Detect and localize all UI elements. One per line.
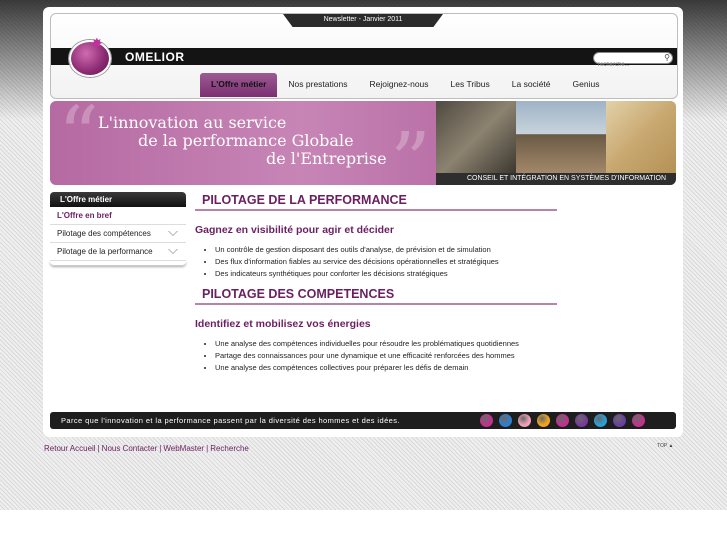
nav-item-les-tribus[interactable]: Les Tribus (440, 73, 501, 97)
fruit-icon (556, 414, 569, 427)
fruit-icon (499, 414, 512, 427)
castle-image (516, 101, 606, 174)
fruit-icon (480, 414, 493, 427)
link-recherche[interactable]: Recherche (210, 444, 249, 453)
section-title-competences: PILOTAGE DES COMPETENCES (195, 286, 557, 305)
fruit-icon (632, 414, 645, 427)
newsletter-link[interactable]: Newsletter - Janvier 2011 (283, 14, 443, 27)
sidebar-footer (50, 261, 186, 266)
list-item: Un contrôle de gestion disposant des out… (215, 244, 557, 256)
banner-photos: CONSEIL ET INTÉGRATION EN SYSTÈMES D'INF… (436, 101, 676, 185)
sidebar: L'Offre métier L'Offre en bref Pilotage … (50, 192, 186, 266)
statue-image (436, 101, 516, 174)
logo-fruit-icon (69, 40, 111, 77)
quote-open-icon: “ (58, 101, 99, 182)
search-input[interactable] (594, 60, 660, 70)
section-subtitle-competences: Identifiez et mobilisez vos énergies (195, 318, 371, 330)
site-header: Newsletter - Janvier 2011 ✸ OMELIOR ⚲ L'… (50, 13, 678, 99)
nav-item-nos-prestations[interactable]: Nos prestations (277, 73, 358, 97)
hero-banner: “ L'innovation au service de la performa… (50, 101, 676, 185)
sidebar-item-offre-en-bref[interactable]: L'Offre en bref (50, 207, 186, 225)
banner-line-2: de la performance Globale (138, 131, 354, 150)
sidebar-item-label: Pilotage de la performance (57, 247, 153, 256)
list-item: Une analyse des compétences individuelle… (215, 338, 557, 350)
logo-star-icon: ✸ (91, 35, 103, 51)
bullet-list-performance: Un contrôle de gestion disposant des out… (195, 244, 557, 280)
sidebar-item-pilotage-competences[interactable]: Pilotage des compétences (50, 225, 186, 243)
fruit-icon (518, 414, 531, 427)
section-title-performance: PILOTAGE DE LA PERFORMANCE (195, 192, 557, 211)
list-item: Partage des connaissances pour une dynam… (215, 350, 557, 362)
list-item: Une analyse des compétences collectives … (215, 362, 557, 374)
vitruvian-image (606, 101, 676, 174)
back-to-top-link[interactable]: TOP ▲ (657, 443, 673, 449)
sidebar-item-pilotage-performance[interactable]: Pilotage de la performance (50, 243, 186, 261)
main-content: PILOTAGE DE LA PERFORMANCE Gagnez en vis… (195, 192, 557, 374)
footer-fruit-icons (480, 414, 651, 427)
link-webmaster[interactable]: WebMaster (163, 444, 204, 453)
nav-item-rejoignez-nous[interactable]: Rejoignez-nous (358, 73, 439, 97)
chevron-down-icon[interactable] (168, 231, 178, 236)
sidebar-item-label: L'Offre en bref (57, 211, 112, 220)
search-box[interactable]: ⚲ (593, 52, 673, 70)
footer-tagline: Parce que l'innovation et la performance… (61, 416, 400, 425)
link-retour-accueil[interactable]: Retour Accueil (44, 444, 96, 453)
banner-line-1: L'innovation au service (98, 113, 287, 132)
list-item: Des indicateurs synthétiques pour confor… (215, 268, 557, 280)
banner-caption: CONSEIL ET INTÉGRATION EN SYSTÈMES D'INF… (436, 173, 676, 185)
quote-close-icon: ” (390, 115, 431, 185)
section-subtitle-performance: Gagnez en visibilité pour agir et décide… (195, 224, 394, 236)
link-nous-contacter[interactable]: Nous Contacter (102, 444, 158, 453)
logo-text[interactable]: OMELIOR (125, 50, 185, 64)
list-item: Des flux d'information fiables au servic… (215, 256, 557, 268)
fruit-icon (613, 414, 626, 427)
footer-links: Retour Accueil | Nous Contacter | WebMaster |… (44, 444, 249, 453)
banner-line-3: de l'Entreprise (266, 149, 387, 168)
nav-item-genius[interactable]: Genius (562, 73, 611, 97)
sidebar-title: L'Offre métier (50, 192, 186, 207)
sidebar-item-label: Pilotage des compétences (57, 229, 151, 238)
footer-band: Parce que l'innovation et la performance… (50, 412, 676, 429)
logo[interactable]: ✸ (67, 35, 111, 77)
fruit-icon (594, 414, 607, 427)
main-nav: L'Offre métier Nos prestations Rejoignez… (200, 73, 610, 97)
top-label: TOP (657, 443, 668, 449)
chevron-down-icon[interactable] (168, 249, 178, 254)
nav-item-la-societe[interactable]: La société (501, 73, 562, 97)
search-icon[interactable]: ⚲ (664, 53, 670, 63)
bullet-list-competences: Une analyse des compétences individuelle… (195, 338, 557, 374)
arrow-up-icon: ▲ (668, 443, 674, 449)
fruit-icon (537, 414, 550, 427)
fruit-icon (575, 414, 588, 427)
nav-item-offre-metier[interactable]: L'Offre métier (200, 73, 278, 97)
